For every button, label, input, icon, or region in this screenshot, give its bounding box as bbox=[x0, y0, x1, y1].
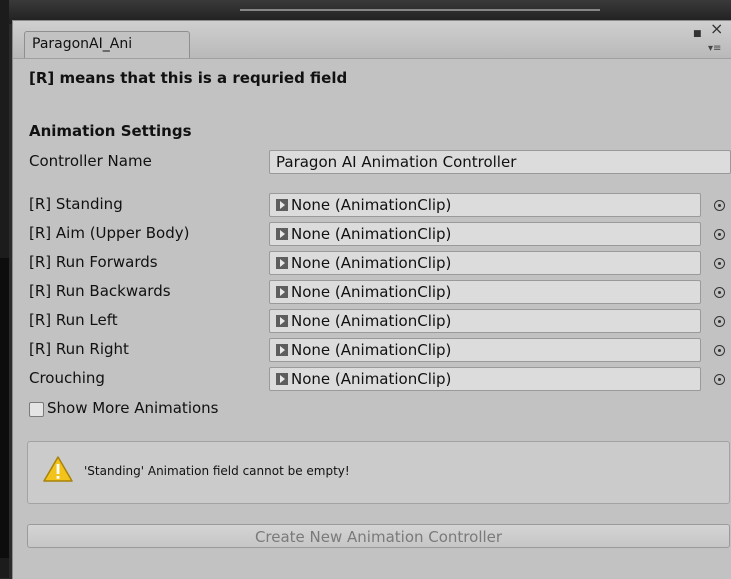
close-icon[interactable]: × bbox=[710, 21, 723, 37]
clip-label-standing: [R] Standing bbox=[29, 195, 123, 213]
clip-field-standing[interactable]: None (AnimationClip) bbox=[269, 193, 701, 217]
clip-field-run-backwards[interactable]: None (AnimationClip) bbox=[269, 280, 701, 304]
clip-value: None (AnimationClip) bbox=[291, 283, 452, 301]
animation-clip-icon bbox=[276, 373, 288, 385]
clip-value: None (AnimationClip) bbox=[291, 196, 452, 214]
clip-field-crouching[interactable]: None (AnimationClip) bbox=[269, 367, 701, 391]
object-picker-icon[interactable] bbox=[714, 200, 725, 211]
object-picker-icon[interactable] bbox=[714, 345, 725, 356]
required-notice: [R] means that this is a requried field bbox=[29, 69, 348, 87]
animation-clip-icon bbox=[276, 286, 288, 298]
create-controller-button[interactable]: Create New Animation Controller bbox=[27, 524, 730, 548]
window-tab[interactable]: ParagonAI_Ani bbox=[24, 31, 190, 58]
clip-field-run-right[interactable]: None (AnimationClip) bbox=[269, 338, 701, 362]
object-picker-icon[interactable] bbox=[714, 287, 725, 298]
controller-name-label: Controller Name bbox=[29, 152, 152, 170]
tab-menu-icon[interactable]: ▾≡ bbox=[708, 43, 721, 54]
maximize-icon[interactable]: ■ bbox=[693, 27, 702, 41]
object-picker-icon[interactable] bbox=[714, 229, 725, 240]
animation-clip-icon bbox=[276, 344, 288, 356]
clip-label-run-right: [R] Run Right bbox=[29, 340, 129, 358]
animation-clip-icon bbox=[276, 315, 288, 327]
clip-field-run-left[interactable]: None (AnimationClip) bbox=[269, 309, 701, 333]
clip-value: None (AnimationClip) bbox=[291, 341, 452, 359]
editor-window: ParagonAI_Ani ■ × ▾≡ [R] means that this… bbox=[12, 20, 731, 579]
controller-name-field[interactable]: Paragon AI Animation Controller bbox=[269, 150, 731, 174]
object-picker-icon[interactable] bbox=[714, 374, 725, 385]
clip-field-run-forwards[interactable]: None (AnimationClip) bbox=[269, 251, 701, 275]
warning-helpbox: 'Standing' Animation field cannot be emp… bbox=[27, 441, 730, 504]
clip-value: None (AnimationClip) bbox=[291, 254, 452, 272]
animation-clip-icon bbox=[276, 257, 288, 269]
tab-bar: ParagonAI_Ani ■ × ▾≡ bbox=[13, 21, 731, 59]
object-picker-icon[interactable] bbox=[714, 316, 725, 327]
show-more-label[interactable]: Show More Animations bbox=[47, 399, 218, 417]
clip-label-run-left: [R] Run Left bbox=[29, 311, 118, 329]
clip-label-run-forwards: [R] Run Forwards bbox=[29, 253, 158, 271]
clip-value: None (AnimationClip) bbox=[291, 370, 452, 388]
animation-clip-icon bbox=[276, 199, 288, 211]
warning-message: 'Standing' Animation field cannot be emp… bbox=[84, 464, 350, 478]
clip-value: None (AnimationClip) bbox=[291, 225, 452, 243]
section-title: Animation Settings bbox=[29, 122, 192, 140]
clip-label-run-backwards: [R] Run Backwards bbox=[29, 282, 171, 300]
clip-value: None (AnimationClip) bbox=[291, 312, 452, 330]
background-edge bbox=[0, 0, 9, 578]
clip-field-aim[interactable]: None (AnimationClip) bbox=[269, 222, 701, 246]
window-tab-label: ParagonAI_Ani bbox=[32, 36, 133, 52]
show-more-checkbox[interactable] bbox=[29, 402, 44, 417]
warning-icon bbox=[43, 456, 73, 482]
clip-label-aim: [R] Aim (Upper Body) bbox=[29, 224, 190, 242]
clip-label-crouching: Crouching bbox=[29, 369, 105, 387]
animation-clip-icon bbox=[276, 228, 288, 240]
object-picker-icon[interactable] bbox=[714, 258, 725, 269]
